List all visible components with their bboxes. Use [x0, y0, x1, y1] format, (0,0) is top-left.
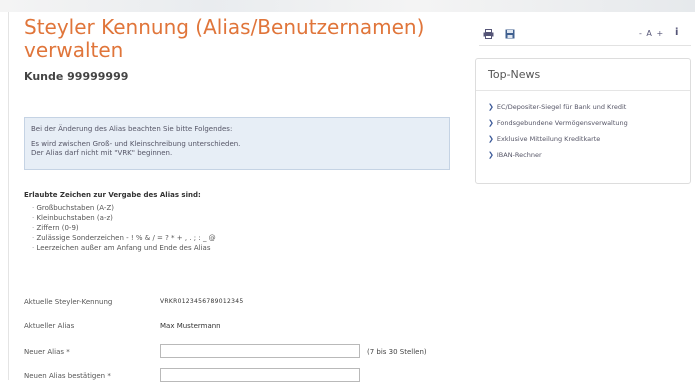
- list-item: Ziffern (0-9): [32, 223, 216, 233]
- info-line-2: Es wird zwischen Groß- und Kleinschreibu…: [31, 140, 241, 148]
- info-line-3: Der Alias darf nicht mit "VRK" beginnen.: [31, 149, 173, 157]
- chevron-right-icon: ❯: [488, 119, 494, 127]
- news-item[interactable]: ❯ EC/Depositer-Siegel für Bank und Kredit: [488, 99, 678, 115]
- left-edge-line: [8, 12, 9, 380]
- sidebar-toolbar: - A + i: [479, 25, 691, 46]
- allowed-characters-heading: Erlaubte Zeichen zur Vergabe des Alias s…: [24, 191, 201, 199]
- confirm-alias-label: Neuen Alias bestätigen *: [24, 372, 111, 380]
- top-news-title: Top-News: [476, 59, 690, 91]
- print-icon[interactable]: [483, 29, 494, 42]
- list-item: Kleinbuchstaben (a-z): [32, 213, 216, 223]
- customer-number: Kunde 99999999: [24, 70, 129, 83]
- list-item: Großbuchstaben (A-Z): [32, 203, 216, 213]
- font-size-control[interactable]: - A +: [639, 29, 664, 38]
- allowed-characters-list: Großbuchstaben (A-Z) Kleinbuchstaben (a-…: [24, 203, 216, 253]
- news-item-label[interactable]: IBAN-Rechner: [497, 151, 542, 159]
- current-id-label: Aktuelle Steyler-Kennung: [24, 298, 113, 306]
- top-decorative-strip: [0, 0, 695, 12]
- page-title: Steyler Kennung (Alias/Benutzernamen) ve…: [24, 15, 425, 62]
- new-alias-hint: (7 bis 30 Stellen): [367, 348, 427, 356]
- current-id-value: VRKR0123456789012345: [160, 298, 244, 305]
- new-alias-input[interactable]: [160, 344, 360, 358]
- news-item-label[interactable]: EC/Depositer-Siegel für Bank und Kredit: [497, 103, 626, 111]
- chevron-right-icon: ❯: [488, 151, 494, 159]
- allowed-characters-section: Erlaubte Zeichen zur Vergabe des Alias s…: [24, 191, 216, 253]
- current-alias-value: Max Mustermann: [160, 322, 221, 330]
- chevron-right-icon: ❯: [488, 135, 494, 143]
- main-content: Steyler Kennung (Alias/Benutzernamen) ve…: [24, 15, 454, 84]
- news-item[interactable]: ❯ IBAN-Rechner: [488, 147, 678, 163]
- news-item-label[interactable]: Exklusive Mitteilung Kreditkarte: [497, 135, 600, 143]
- info-box: Bei der Änderung des Alias beachten Sie …: [24, 117, 450, 170]
- top-news-box: Top-News ❯ EC/Depositer-Siegel für Bank u…: [475, 58, 691, 184]
- new-alias-label: Neuer Alias *: [24, 348, 70, 356]
- news-item[interactable]: ❯ Exklusive Mitteilung Kreditkarte: [488, 131, 678, 147]
- list-item: Zulässige Sonderzeichen - ! % & / = ? * …: [32, 233, 215, 243]
- save-icon[interactable]: [505, 29, 515, 42]
- info-icon[interactable]: i: [675, 27, 678, 38]
- info-line-1: Bei der Änderung des Alias beachten Sie …: [31, 125, 233, 133]
- news-item-label[interactable]: Fondsgebundene Vermögensverwaltung: [497, 119, 628, 127]
- news-item[interactable]: ❯ Fondsgebundene Vermögensverwaltung: [488, 115, 678, 131]
- top-news-list: ❯ EC/Depositer-Siegel für Bank und Kredit…: [476, 91, 690, 171]
- current-alias-label: Aktueller Alias: [24, 322, 75, 330]
- chevron-right-icon: ❯: [488, 103, 494, 111]
- list-item: Leerzeichen außer am Anfang und Ende des…: [32, 243, 216, 253]
